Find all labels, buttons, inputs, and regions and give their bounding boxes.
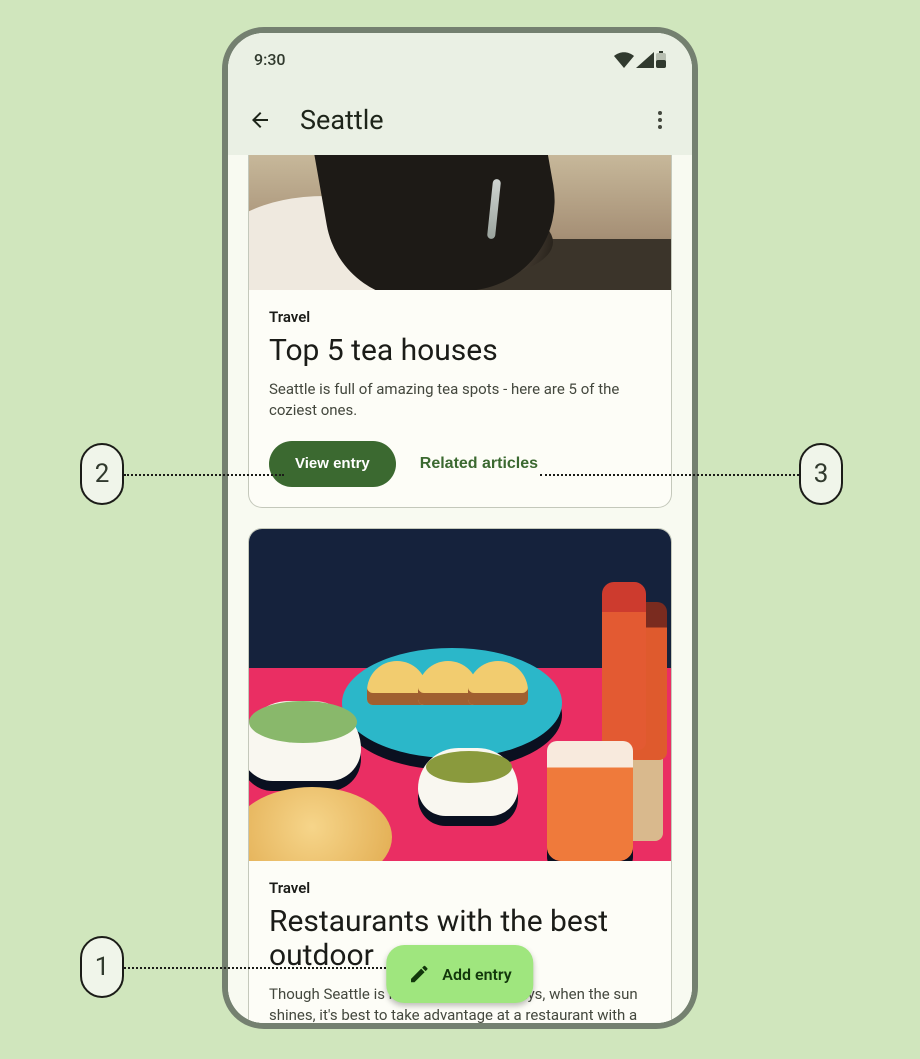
card-category: Travel (269, 879, 651, 897)
status-time: 9:30 (254, 50, 286, 69)
add-entry-fab[interactable]: Add entry (386, 945, 533, 1003)
back-button[interactable] (240, 100, 280, 140)
article-card[interactable]: Travel Top 5 tea houses Seattle is full … (248, 155, 672, 508)
page-title: Seattle (300, 104, 620, 136)
annotation-1: 1 (80, 936, 124, 998)
fab-label: Add entry (442, 965, 511, 984)
wifi-icon (614, 52, 634, 68)
arrow-back-icon (248, 108, 272, 132)
annotation-1-label: 1 (95, 952, 110, 982)
food-illustration (249, 529, 671, 861)
battery-icon (656, 51, 666, 68)
card-body-text: Seattle is full of amazing tea spots - h… (269, 379, 651, 421)
screen: 9:30 Seattle (228, 33, 692, 1023)
more-button[interactable] (640, 100, 680, 140)
card-actions: View entry Related articles (249, 421, 671, 507)
content-scroll[interactable]: Travel Top 5 tea houses Seattle is full … (228, 155, 692, 1023)
related-articles-button[interactable]: Related articles (414, 441, 544, 487)
annotation-1-line (124, 967, 390, 969)
status-bar: 9:30 (228, 33, 692, 85)
card-media (249, 529, 671, 861)
status-icons (614, 51, 666, 68)
view-entry-button[interactable]: View entry (269, 441, 396, 487)
device-frame: 9:30 Seattle (222, 27, 698, 1029)
annotation-2-line (124, 474, 284, 476)
annotation-2-label: 2 (95, 459, 110, 489)
annotation-3: 3 (799, 443, 843, 505)
card-title: Top 5 tea houses (269, 334, 651, 369)
card-media (249, 155, 671, 290)
top-app-bar: Seattle (228, 85, 692, 155)
tea-illustration (249, 155, 671, 290)
cellular-icon (636, 52, 654, 68)
more-vert-icon (648, 108, 672, 132)
edit-icon (408, 963, 430, 985)
annotation-3-label: 3 (814, 459, 829, 489)
annotation-3-line (540, 474, 799, 476)
annotation-2: 2 (80, 443, 124, 505)
card-category: Travel (269, 308, 651, 326)
